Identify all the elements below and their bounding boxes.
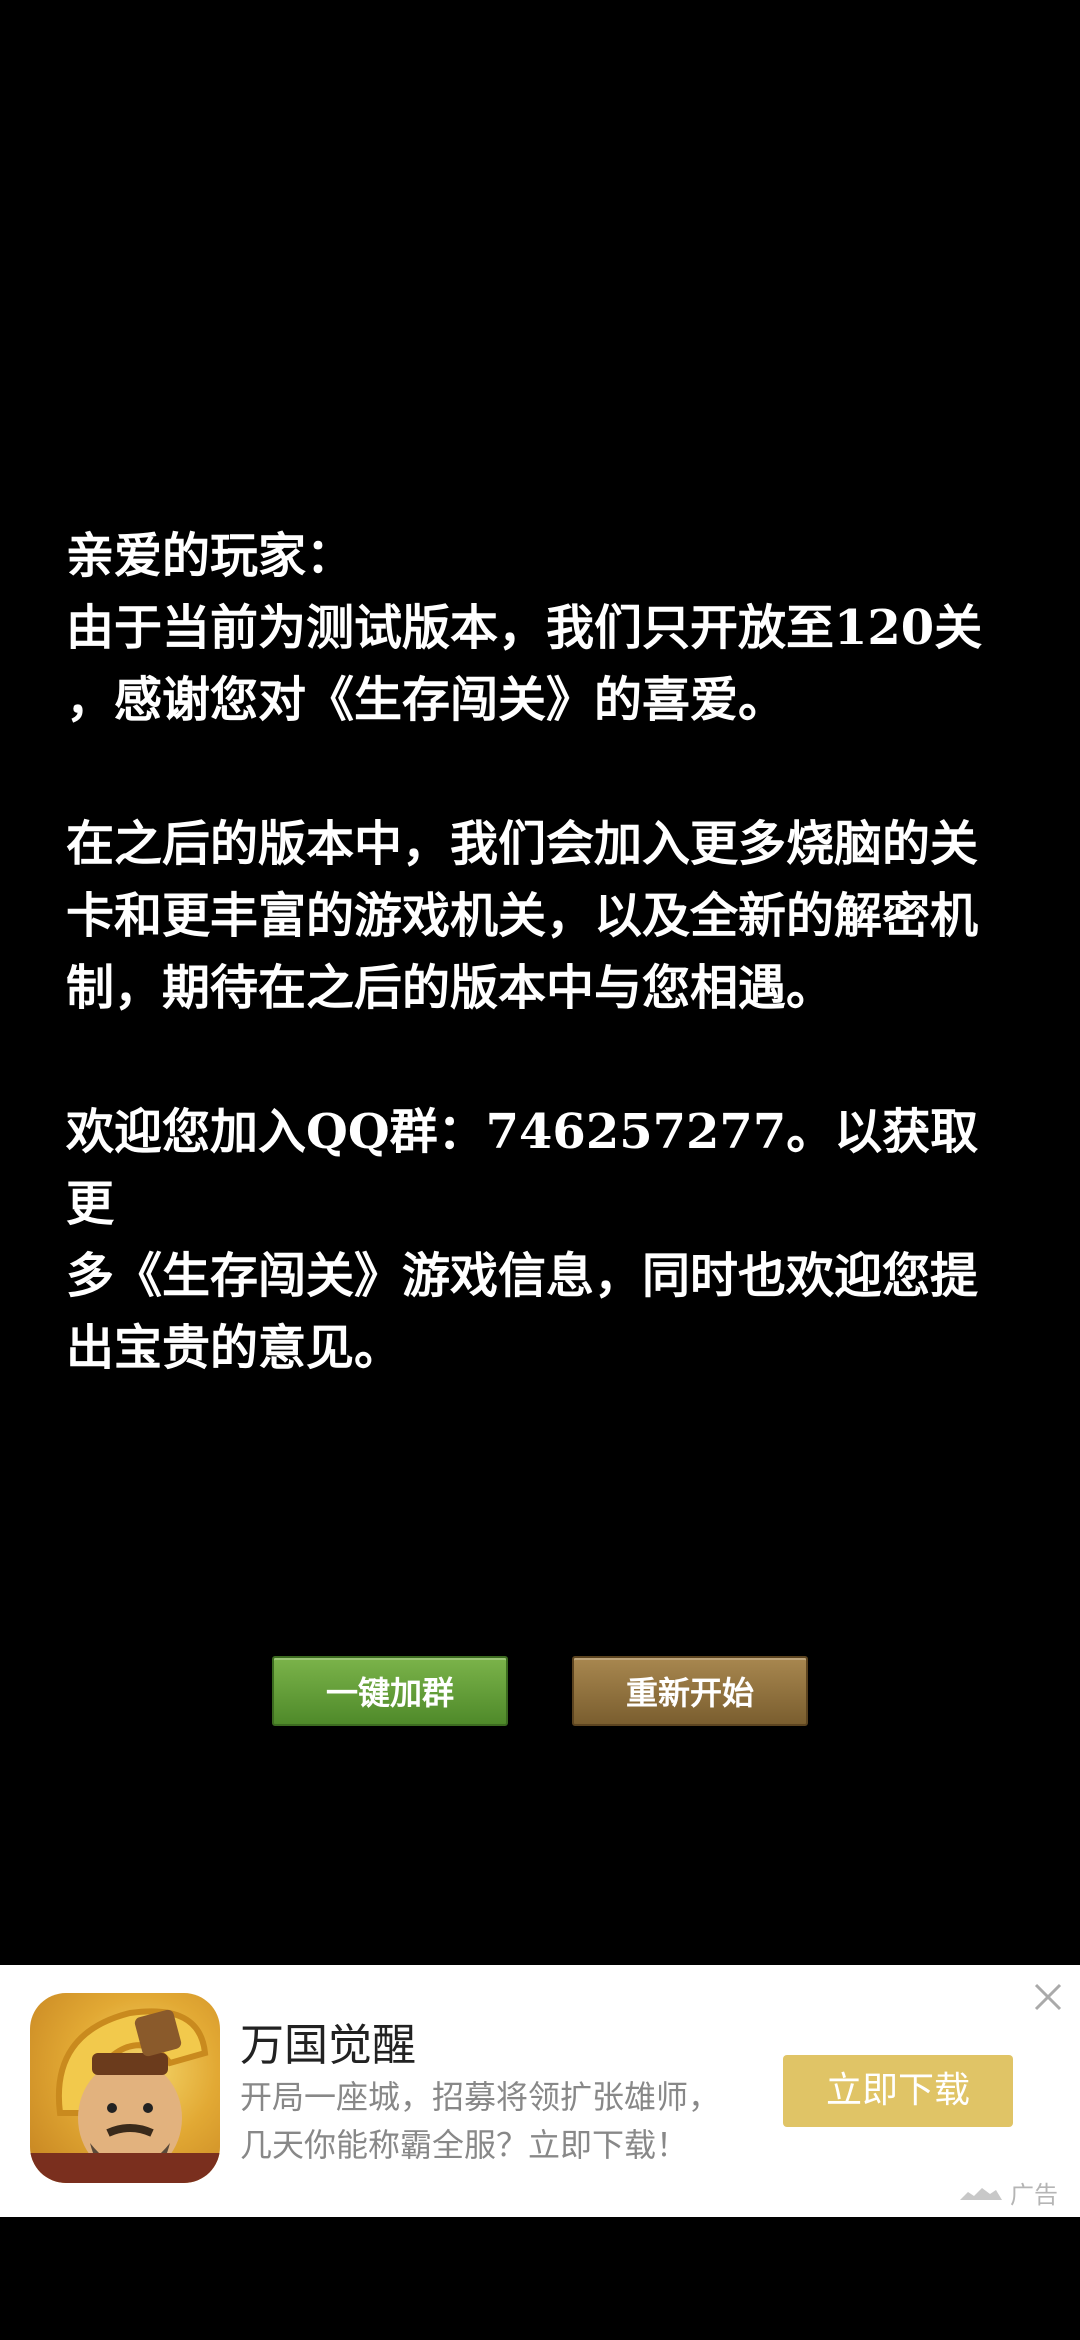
ad-network-icon — [960, 2187, 1002, 2200]
greeting: 亲爱的玩家： — [66, 528, 355, 584]
ad-desc-line: 开局一座城，招募将领扩张雄师， — [240, 2078, 721, 2116]
ad-banner[interactable]: 万国觉醒 开局一座城，招募将领扩张雄师， 几天你能称霸全服？立即下载！ 立即下载… — [0, 1965, 1080, 2217]
notice-text: 亲爱的玩家： 由于当前为测试版本，我们只开放至120关 ，感谢您对《生存闯关》的… — [66, 520, 1026, 1384]
notice-line: 在之后的版本中，我们会加入更多烧脑的关 — [66, 816, 979, 872]
game-screen: 亲爱的玩家： 由于当前为测试版本，我们只开放至120关 ，感谢您对《生存闯关》的… — [0, 0, 1080, 2340]
ad-title[interactable]: 万国觉醒 — [240, 2009, 416, 2073]
ad-description: 开局一座城，招募将领扩张雄师， 几天你能称霸全服？立即下载！ — [240, 2073, 760, 2169]
notice-line: ，感谢您对《生存闯关》的喜爱。 — [66, 672, 787, 728]
download-button[interactable]: 立即下载 — [783, 2055, 1013, 2127]
notice-line: 卡和更丰富的游戏机关，以及全新的解密机 — [66, 888, 979, 944]
restart-button[interactable]: 重新开始 — [572, 1656, 808, 1726]
notice-line: 制，期待在之后的版本中与您相遇。 — [66, 960, 835, 1016]
notice-line: 欢迎您加入QQ群：746257277。以获取更 — [66, 1104, 979, 1232]
ad-tag: 广告 — [958, 2175, 1058, 2210]
close-icon[interactable] — [1030, 1979, 1066, 2015]
ad-desc-line: 几天你能称霸全服？立即下载！ — [240, 2126, 689, 2164]
ad-label: 广告 — [1010, 2181, 1058, 2209]
join-group-button[interactable]: 一键加群 — [272, 1656, 508, 1726]
warrior-icon — [30, 2008, 220, 2183]
notice-line: 由于当前为测试版本，我们只开放至120关 — [66, 600, 983, 656]
app-icon[interactable] — [30, 1993, 220, 2183]
notice-line: 多《生存闯关》游戏信息，同时也欢迎您提 — [66, 1248, 979, 1304]
notice-line: 出宝贵的意见。 — [66, 1320, 403, 1376]
